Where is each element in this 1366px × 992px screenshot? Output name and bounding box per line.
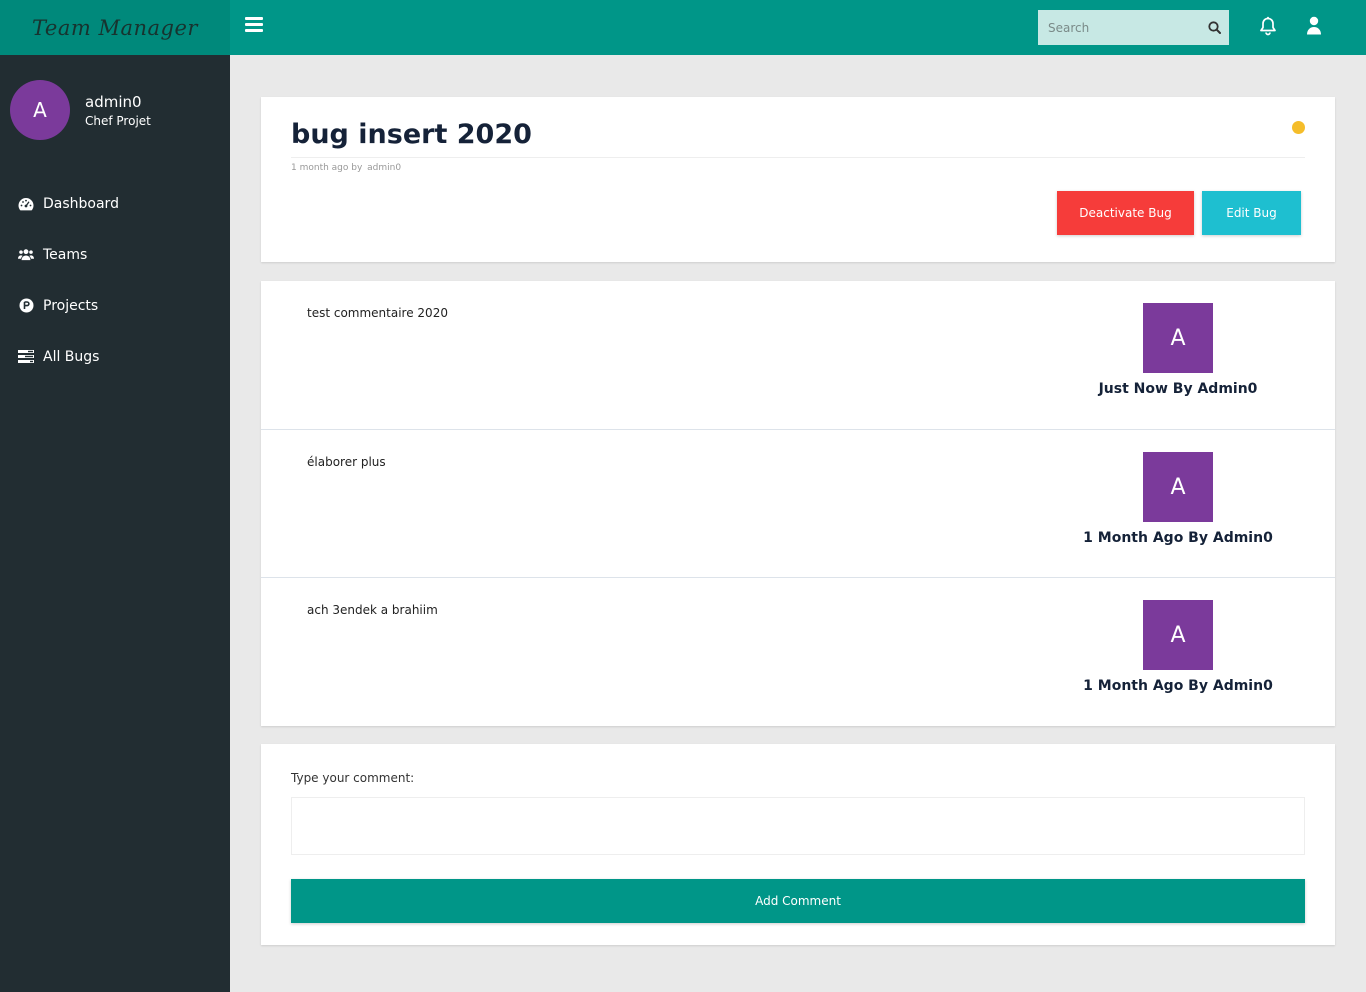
user-menu-button[interactable] — [1306, 16, 1322, 39]
user-icon — [1307, 16, 1321, 35]
page-title: bug insert 2020 — [291, 119, 532, 150]
status-indicator — [1292, 121, 1305, 134]
bug-header-card: bug insert 2020 1 month ago by admin0 De… — [261, 97, 1335, 262]
user-panel: A admin0 Chef Projet — [10, 80, 151, 140]
search-button[interactable] — [1199, 10, 1229, 45]
comment-text: ach 3endek a brahiim — [307, 603, 438, 617]
sidebar: Team Manager A admin0 Chef Projet Dashbo… — [0, 0, 230, 992]
search-input[interactable] — [1038, 10, 1199, 45]
comments-list: test commentaire 2020 A Just Now By Admi… — [261, 281, 1335, 726]
comment-author: Just Now By Admin0 — [1098, 381, 1258, 397]
notifications-button[interactable] — [1258, 16, 1278, 40]
comment-item: élaborer plus A 1 Month Ago By Admin0 — [261, 429, 1335, 578]
users-icon — [18, 247, 34, 263]
user-role: Chef Projet — [85, 113, 151, 128]
comment-item: ach 3endek a brahiim A 1 Month Ago By Ad… — [261, 577, 1335, 726]
comment-avatar: A — [1143, 303, 1213, 373]
divider — [291, 157, 1305, 158]
sidebar-nav: Dashboard Teams Projects All Bugs — [0, 178, 230, 382]
comment-author: 1 Month Ago By Admin0 — [1083, 530, 1273, 546]
user-info: admin0 Chef Projet — [85, 93, 151, 128]
dashboard-icon — [18, 196, 34, 212]
comment-label: Type your comment: — [291, 771, 415, 785]
comment-form: Type your comment: Add Comment — [261, 744, 1335, 945]
product-hunt-icon — [18, 298, 34, 314]
avatar: A — [10, 80, 70, 140]
user-name: admin0 — [85, 92, 142, 111]
brand-logo[interactable]: Team Manager — [0, 0, 230, 55]
bell-icon — [1260, 16, 1276, 36]
sidebar-item-all-bugs[interactable]: All Bugs — [0, 331, 230, 382]
search-form — [1038, 10, 1229, 45]
search-icon — [1207, 21, 1221, 34]
sidebar-item-label: Teams — [43, 246, 88, 263]
comment-author: 1 Month Ago By Admin0 — [1083, 678, 1273, 694]
comment-avatar: A — [1143, 452, 1213, 522]
deactivate-bug-button[interactable]: Deactivate Bug — [1057, 191, 1194, 235]
comment-text: élaborer plus — [307, 455, 386, 469]
comment-textarea[interactable] — [291, 797, 1305, 855]
add-comment-button[interactable]: Add Comment — [291, 879, 1305, 923]
comment-item: test commentaire 2020 A Just Now By Admi… — [261, 281, 1335, 430]
edit-bug-button[interactable]: Edit Bug — [1202, 191, 1301, 235]
sidebar-item-teams[interactable]: Teams — [0, 229, 230, 280]
bug-meta-author[interactable]: admin0 — [367, 163, 401, 173]
sidebar-item-label: All Bugs — [43, 348, 100, 365]
top-navbar — [230, 0, 1366, 55]
hamburger-icon[interactable] — [245, 17, 263, 33]
comment-avatar: A — [1143, 600, 1213, 670]
bug-meta-time: 1 month ago by — [291, 163, 363, 173]
sidebar-item-label: Dashboard — [43, 195, 119, 212]
sidebar-item-label: Projects — [43, 297, 99, 314]
comment-text: test commentaire 2020 — [307, 306, 448, 320]
tasks-icon — [18, 349, 34, 365]
sidebar-item-projects[interactable]: Projects — [0, 280, 230, 331]
bug-meta: 1 month ago by admin0 — [291, 163, 401, 173]
sidebar-item-dashboard[interactable]: Dashboard — [0, 178, 230, 229]
